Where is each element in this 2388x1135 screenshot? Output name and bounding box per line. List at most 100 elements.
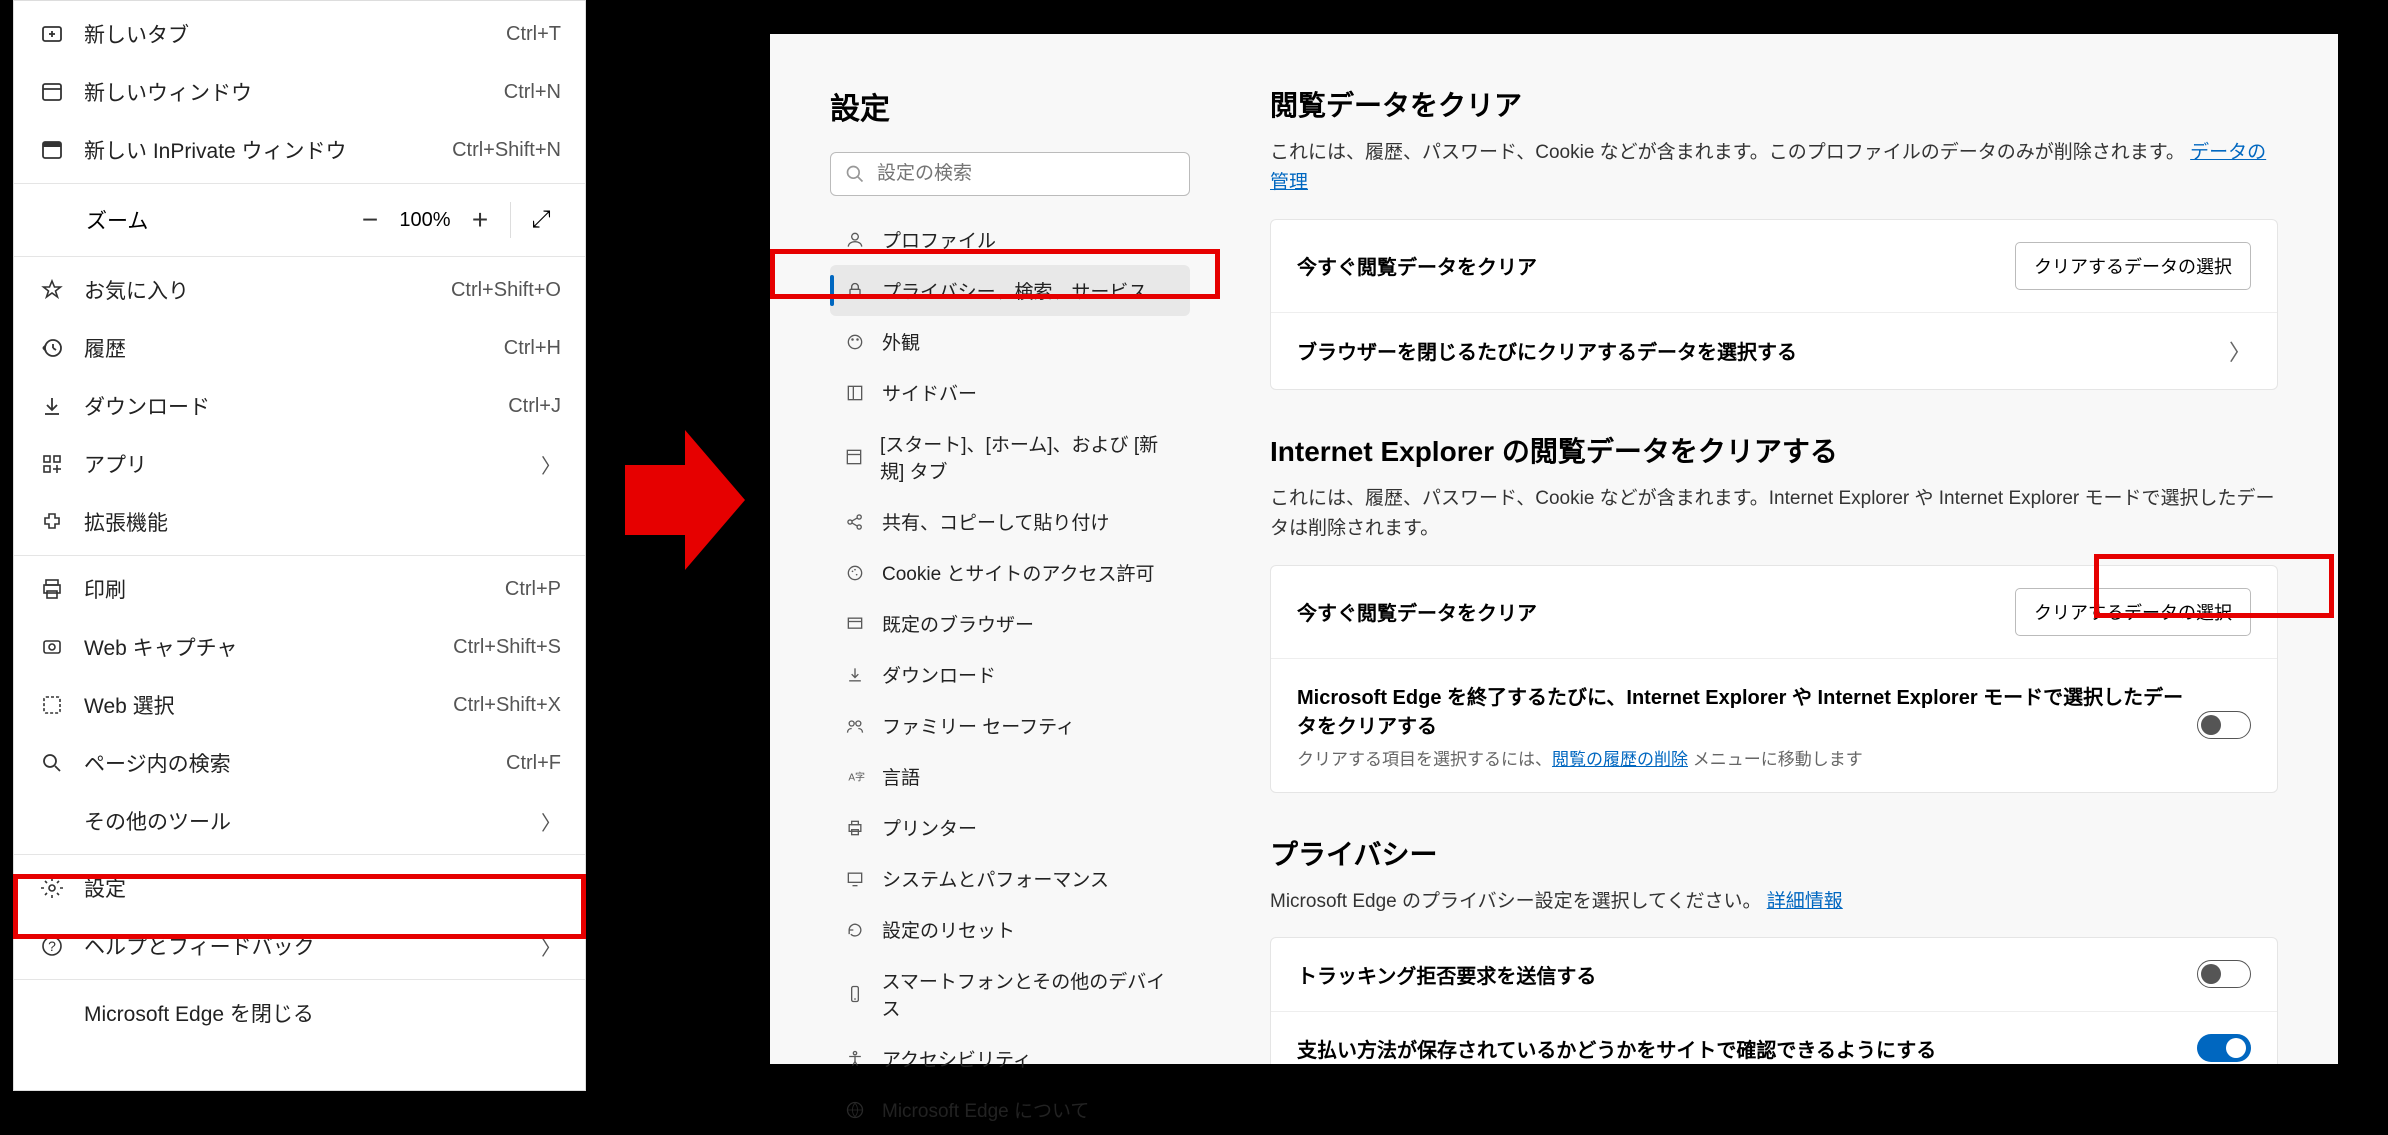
nav-label: ファミリー セーフティ — [882, 712, 1075, 739]
nav-label: 共有、コピーして貼り付け — [882, 508, 1109, 535]
menu-item-label: ダウンロード — [84, 391, 508, 421]
settings-content: 閲覧データをクリア これには、履歴、パスワード、Cookie などが含まれます。… — [1220, 34, 2338, 1064]
menu-item-apps[interactable]: アプリ〉 — [14, 435, 585, 493]
nav-label: 設定のリセット — [882, 916, 1015, 943]
webselect-icon — [38, 691, 66, 719]
nav-label: Microsoft Edge について — [882, 1096, 1089, 1123]
menu-item-download[interactable]: ダウンロードCtrl+J — [14, 377, 585, 435]
menu-item-label: ヘルプとフィードバック — [84, 931, 541, 961]
nav-label: プロファイル — [882, 226, 996, 253]
menu-item-print[interactable]: 印刷Ctrl+P — [14, 560, 585, 618]
nav-phone[interactable]: スマートフォンとその他のデバイス — [830, 955, 1190, 1033]
accessibility-icon — [844, 1048, 866, 1070]
card-clear-browsing: 今すぐ閲覧データをクリア クリアするデータの選択 ブラウザーを閉じるたびにクリア… — [1270, 219, 2278, 390]
section-clear-browsing-desc: これには、履歴、パスワード、Cookie などが含まれます。このプロファイルのデ… — [1270, 138, 2278, 199]
settings-search-input[interactable] — [877, 163, 1175, 185]
arrow-icon — [625, 430, 745, 570]
nav-profile[interactable]: プロファイル — [830, 214, 1190, 265]
menu-item-inprivate[interactable]: 新しい InPrivate ウィンドウCtrl+Shift+N — [14, 121, 585, 179]
section-privacy-desc: Microsoft Edge のプライバシー設定を選択してください。 詳細情報 — [1270, 887, 2278, 917]
nav-label: プライバシー、検索、サービス — [882, 277, 1147, 304]
privacy-learn-more-link[interactable]: 詳細情報 — [1767, 891, 1843, 912]
menu-item-settings[interactable]: 設定 — [14, 859, 585, 917]
find-icon — [38, 749, 66, 777]
zoom-control: ズーム − 100% + ⤢ — [14, 188, 585, 252]
shortcut-label: Ctrl+T — [506, 23, 561, 46]
blank-icon — [38, 999, 66, 1027]
download-icon — [38, 392, 66, 420]
ie-choose-what-to-clear-button[interactable]: クリアするデータの選択 — [2015, 588, 2251, 636]
row-ie-clear-on-exit: Microsoft Edge を終了するたびに、Internet Explore… — [1271, 659, 2277, 792]
print-icon — [38, 575, 66, 603]
nav-label: 言語 — [882, 763, 920, 790]
fullscreen-button[interactable]: ⤢ — [521, 206, 561, 234]
appearance-icon — [844, 331, 866, 353]
zoom-out-button[interactable]: − — [350, 204, 390, 236]
menu-item-tab-new[interactable]: 新しいタブCtrl+T — [14, 5, 585, 63]
nav-accessibility[interactable]: アクセシビリティ — [830, 1033, 1190, 1084]
settings-sidebar: 設定 プロファイルプライバシー、検索、サービス外観サイドバー[スタート]、[ホー… — [770, 34, 1220, 1064]
search-icon — [845, 164, 865, 184]
menu-item-label: 新しい InPrivate ウィンドウ — [84, 135, 452, 165]
nav-system[interactable]: システムとパフォーマンス — [830, 853, 1190, 904]
menu-item-star[interactable]: お気に入りCtrl+Shift+O — [14, 261, 585, 319]
svg-text:A字: A字 — [848, 770, 865, 783]
nav-sidebar[interactable]: サイドバー — [830, 367, 1190, 418]
menu-item-find[interactable]: ページ内の検索Ctrl+F — [14, 734, 585, 792]
nav-label: Cookie とサイトのアクセス許可 — [882, 559, 1154, 586]
nav-start[interactable]: [スタート]、[ホーム]、および [新規] タブ — [830, 418, 1190, 496]
system-icon — [844, 868, 866, 890]
delete-history-link[interactable]: 閲覧の履歴の削除 — [1552, 750, 1688, 769]
chevron-right-icon: 〉 — [541, 807, 561, 836]
nav-about[interactable]: Microsoft Edge について — [830, 1084, 1190, 1135]
menu-item-extensions[interactable]: 拡張機能 — [14, 493, 585, 551]
nav-default-browser[interactable]: 既定のブラウザー — [830, 598, 1190, 649]
menu-item-label: 履歴 — [84, 333, 504, 363]
menu-item-help[interactable]: ?ヘルプとフィードバック〉 — [14, 917, 585, 975]
choose-what-to-clear-button[interactable]: クリアするデータの選択 — [2015, 242, 2251, 290]
nav-privacy[interactable]: プライバシー、検索、サービス — [830, 265, 1190, 316]
menu-item-history[interactable]: 履歴Ctrl+H — [14, 319, 585, 377]
shortcut-label: Ctrl+Shift+S — [453, 636, 561, 659]
extensions-icon — [38, 508, 66, 536]
downloads-icon — [844, 664, 866, 686]
nav-cookies[interactable]: Cookie とサイトのアクセス許可 — [830, 547, 1190, 598]
card-ie-clear: 今すぐ閲覧データをクリア クリアするデータの選択 Microsoft Edge … — [1270, 565, 2278, 793]
nav-printer[interactable]: プリンター — [830, 802, 1190, 853]
nav-appearance[interactable]: 外観 — [830, 316, 1190, 367]
nav-downloads[interactable]: ダウンロード — [830, 649, 1190, 700]
settings-search[interactable] — [830, 152, 1190, 196]
shortcut-label: Ctrl+N — [504, 81, 561, 104]
menu-item-item[interactable]: Microsoft Edge を閉じる — [14, 984, 585, 1042]
zoom-in-button[interactable]: + — [460, 204, 500, 236]
nav-label: スマートフォンとその他のデバイス — [881, 967, 1176, 1021]
shortcut-label: Ctrl+Shift+X — [453, 694, 561, 717]
nav-label: ダウンロード — [882, 661, 996, 688]
ie-clear-on-exit-toggle[interactable] — [2197, 711, 2251, 739]
capture-icon — [38, 633, 66, 661]
payment-check-toggle[interactable] — [2197, 1034, 2251, 1062]
nav-reset[interactable]: 設定のリセット — [830, 904, 1190, 955]
nav-label: [スタート]、[ホーム]、および [新規] タブ — [880, 430, 1176, 484]
nav-share[interactable]: 共有、コピーして貼り付け — [830, 496, 1190, 547]
sidebar-icon — [844, 382, 866, 404]
section-clear-browsing-title: 閲覧データをクリア — [1270, 84, 2278, 124]
menu-item-webselect[interactable]: Web 選択Ctrl+Shift+X — [14, 676, 585, 734]
menu-item-capture[interactable]: Web キャプチャCtrl+Shift+S — [14, 618, 585, 676]
row-clear-on-close[interactable]: ブラウザーを閉じるたびにクリアするデータを選択する 〉 — [1271, 313, 2277, 389]
do-not-track-toggle[interactable] — [2197, 960, 2251, 988]
nav-family[interactable]: ファミリー セーフティ — [830, 700, 1190, 751]
shortcut-label: Ctrl+P — [505, 578, 561, 601]
row-payment-check: 支払い方法が保存されているかどうかをサイトで確認できるようにする — [1271, 1012, 2277, 1064]
nav-label: システムとパフォーマンス — [882, 865, 1109, 892]
menu-item-item[interactable]: その他のツール〉 — [14, 792, 585, 850]
chevron-right-icon: 〉 — [541, 450, 561, 479]
menu-item-label: ページ内の検索 — [84, 748, 506, 778]
help-icon: ? — [38, 932, 66, 960]
menu-item-window-new[interactable]: 新しいウィンドウCtrl+N — [14, 63, 585, 121]
reset-icon — [844, 919, 866, 941]
nav-language[interactable]: A字 言語 — [830, 751, 1190, 802]
browser-context-menu: 新しいタブCtrl+T新しいウィンドウCtrl+N新しい InPrivate ウ… — [13, 0, 586, 1091]
about-icon — [844, 1099, 866, 1121]
star-icon — [38, 276, 66, 304]
